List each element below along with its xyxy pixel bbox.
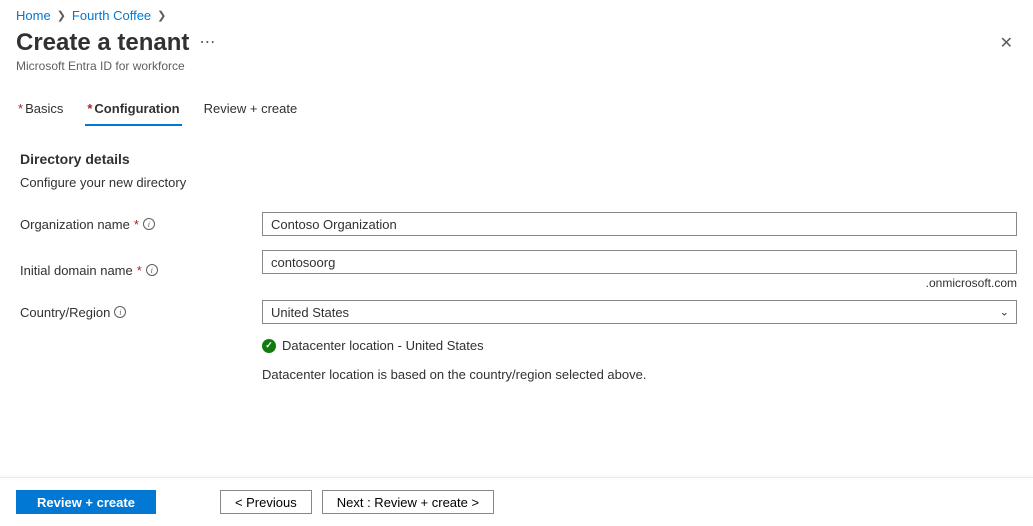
page-subtitle: Microsoft Entra ID for workforce <box>16 59 1017 73</box>
chevron-right-icon: ❯ <box>157 9 166 22</box>
more-icon[interactable]: ⋯ <box>199 35 215 51</box>
info-icon[interactable]: i <box>114 306 126 318</box>
breadcrumb-home[interactable]: Home <box>16 8 51 23</box>
tab-label: Basics <box>25 101 63 116</box>
required-indicator: * <box>87 101 92 116</box>
wizard-footer: Review + create < Previous Next : Review… <box>0 477 1033 526</box>
domain-suffix: .onmicrosoft.com <box>262 276 1017 290</box>
page-title: Create a tenant <box>16 29 189 57</box>
country-region-select[interactable] <box>262 300 1017 324</box>
next-button[interactable]: Next : Review + create > <box>322 490 494 514</box>
datacenter-location: Datacenter location - United States <box>282 338 484 353</box>
tab-basics[interactable]: *Basics <box>16 97 65 126</box>
info-icon[interactable]: i <box>146 264 158 276</box>
chevron-right-icon: ❯ <box>57 9 66 22</box>
review-create-button[interactable]: Review + create <box>16 490 156 514</box>
close-icon[interactable]: ✕ <box>996 29 1017 57</box>
previous-button[interactable]: < Previous <box>220 490 312 514</box>
required-indicator: * <box>137 263 142 278</box>
breadcrumb-parent[interactable]: Fourth Coffee <box>72 8 151 23</box>
tab-review-create[interactable]: Review + create <box>202 97 300 126</box>
domain-name-input[interactable] <box>262 250 1017 274</box>
info-icon[interactable]: i <box>143 218 155 230</box>
check-circle-icon: ✓ <box>262 339 276 353</box>
section-title: Directory details <box>20 151 1017 167</box>
tab-label: Configuration <box>94 101 179 116</box>
required-indicator: * <box>134 217 139 232</box>
tab-configuration[interactable]: *Configuration <box>85 97 181 126</box>
required-indicator: * <box>18 101 23 116</box>
org-name-input[interactable] <box>262 212 1017 236</box>
section-description: Configure your new directory <box>20 175 1017 190</box>
datacenter-note: Datacenter location is based on the coun… <box>262 367 1017 382</box>
domain-name-label: Initial domain name <box>20 263 133 278</box>
org-name-label: Organization name <box>20 217 130 232</box>
country-region-label: Country/Region <box>20 305 110 320</box>
breadcrumb: Home ❯ Fourth Coffee ❯ <box>16 8 1017 23</box>
tab-label: Review + create <box>204 101 298 116</box>
wizard-tabs: *Basics *Configuration Review + create <box>16 97 1017 127</box>
